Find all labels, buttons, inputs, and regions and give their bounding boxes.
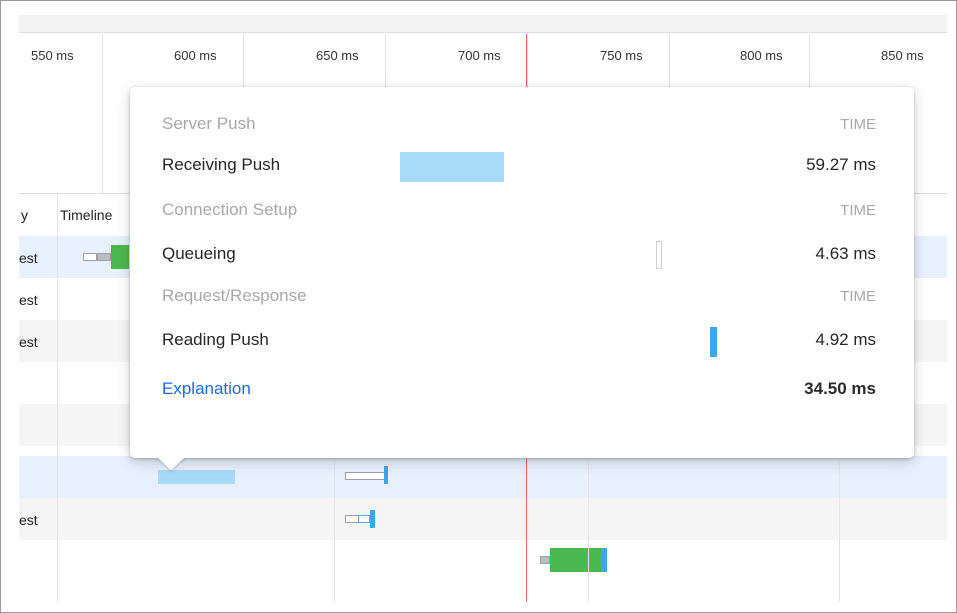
table-row[interactable]: [19, 540, 947, 582]
timing-row-receiving-push: Receiving Push 59.27 ms: [162, 152, 876, 182]
time-column-header: TIME: [840, 202, 876, 219]
timing-label: Reading Push: [162, 330, 269, 349]
ruler-tick-label: 600 ms: [174, 48, 217, 63]
column-header-partial[interactable]: y: [21, 207, 28, 223]
timing-value: 4.92 ms: [815, 330, 876, 349]
section-header-request-response: Request/Response TIME: [162, 283, 876, 313]
timing-row-queueing: Queueing 4.63 ms: [162, 241, 876, 271]
waterfall-download-segment: [602, 548, 607, 572]
timing-value: 59.27 ms: [806, 155, 876, 174]
total-time: 34.50 ms: [804, 379, 876, 398]
row-type-text: est: [19, 334, 38, 350]
waterfall-reading-segment: [370, 510, 375, 528]
timing-bar-reading-push: [710, 327, 717, 357]
section-header-connection-setup: Connection Setup TIME: [162, 197, 876, 227]
timing-popover: Server Push TIME Receiving Push 59.27 ms…: [130, 87, 914, 458]
waterfall-push-segment: [158, 470, 235, 484]
waterfall-reading-segment: [384, 466, 388, 484]
waterfall-waiting-segment: [550, 548, 602, 572]
waterfall-stall-segment: [97, 253, 111, 261]
popover-arrow: [157, 457, 185, 470]
ruler-tick-label: 850 ms: [881, 48, 924, 63]
timing-label: Queueing: [162, 244, 236, 263]
explanation-link[interactable]: Explanation: [162, 379, 251, 399]
popover-footer: Explanation 34.50 ms: [162, 376, 876, 406]
waterfall-stall-segment: [358, 515, 370, 523]
section-title: Request/Response: [162, 286, 307, 305]
ruler-tick-label: 550 ms: [31, 48, 74, 63]
top-strip: [19, 15, 947, 33]
ruler-tick-label: 700 ms: [458, 48, 501, 63]
column-divider: [57, 194, 58, 602]
waterfall-queue-segment: [345, 515, 359, 523]
waterfall-stall-segment: [540, 556, 550, 564]
time-column-header: TIME: [840, 116, 876, 133]
ruler-tick-label: 800 ms: [740, 48, 783, 63]
section-title: Connection Setup: [162, 200, 298, 219]
time-column-header: TIME: [840, 288, 876, 305]
ruler-tick-label: 650 ms: [316, 48, 359, 63]
timing-row-reading-push: Reading Push 4.92 ms: [162, 327, 876, 357]
section-header-server-push: Server Push TIME: [162, 111, 876, 141]
column-header-timeline[interactable]: Timeline: [60, 207, 112, 223]
timing-label: Receiving Push: [162, 155, 281, 174]
timing-bar-receiving-push: [400, 152, 504, 182]
network-waterfall-panel: 550 ms 600 ms 650 ms 700 ms 750 ms 800 m…: [0, 0, 957, 613]
table-row[interactable]: est: [19, 498, 947, 540]
waterfall-queue-segment: [83, 253, 97, 261]
row-type-text: est: [19, 250, 38, 266]
waterfall-queue-segment: [345, 472, 385, 480]
ruler-tick-label: 750 ms: [600, 48, 643, 63]
ruler-divider: [102, 34, 103, 194]
row-type-text: est: [19, 292, 38, 308]
waterfall-waiting-segment: [111, 245, 129, 269]
timing-bar-queueing: [656, 241, 662, 269]
section-title: Server Push: [162, 114, 256, 133]
row-type-text: est: [19, 512, 38, 528]
timing-value: 4.63 ms: [815, 244, 876, 263]
